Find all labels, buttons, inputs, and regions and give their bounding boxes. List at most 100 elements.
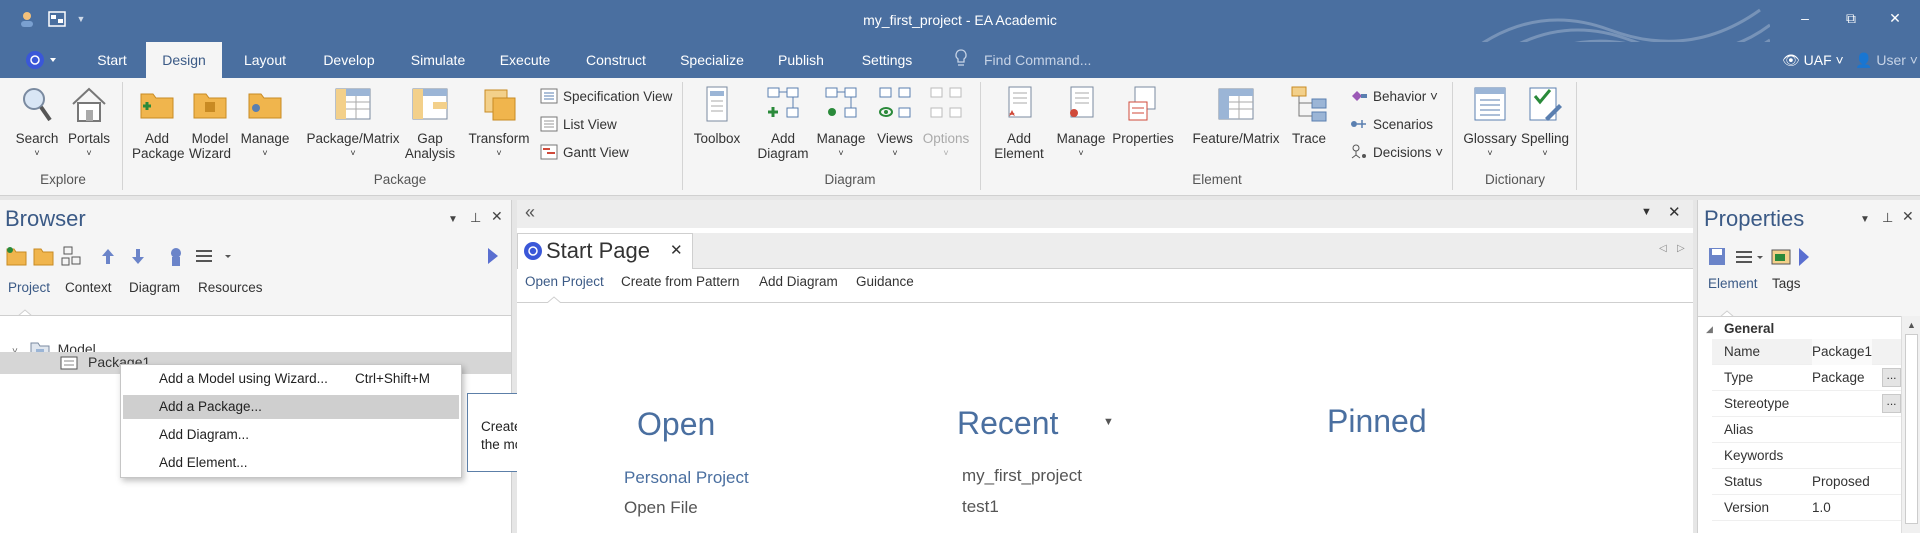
scroll-up-icon[interactable]: ▲: [1907, 320, 1916, 330]
stereotype-browse-button[interactable]: ...: [1882, 394, 1901, 413]
tab-layout[interactable]: Layout: [236, 42, 294, 78]
open-file-link[interactable]: Open File: [624, 498, 698, 518]
views-button[interactable]: Views ˅: [872, 84, 918, 161]
move-up-icon[interactable]: [102, 249, 114, 264]
scenarios-button[interactable]: Scenarios: [1350, 114, 1433, 136]
restore-button[interactable]: ⧉: [1836, 10, 1866, 32]
type-browse-button[interactable]: ...: [1882, 368, 1901, 387]
subtab-create-from-pattern[interactable]: Create from Pattern: [621, 274, 740, 289]
trace-button[interactable]: Trace: [1288, 84, 1330, 146]
menu-item-add-package[interactable]: Add a Package...: [123, 395, 459, 419]
properties-button[interactable]: Properties: [1110, 84, 1176, 146]
collapse-left-icon[interactable]: «: [525, 202, 535, 223]
toolbox-button[interactable]: Toolbox: [690, 84, 744, 146]
browser-options-icon[interactable]: [196, 250, 231, 262]
add-diagram-button[interactable]: Add Diagram: [756, 84, 810, 161]
close-button[interactable]: ✕: [1880, 10, 1910, 32]
save-icon[interactable]: [1709, 248, 1725, 265]
properties-expand-icon[interactable]: [1799, 248, 1809, 266]
portals-button[interactable]: Portals ˅: [66, 84, 112, 161]
browser-tab-project[interactable]: Project: [8, 280, 50, 295]
tab-start[interactable]: Start: [88, 42, 136, 78]
properties-menu-icon[interactable]: ▼: [1860, 214, 1870, 225]
model-wizard-button[interactable]: Model Wizard: [186, 84, 234, 161]
diagram-manage-button[interactable]: Manage ˅: [814, 84, 868, 161]
tab-scroll-right-icon[interactable]: ▷: [1677, 243, 1685, 254]
image-icon[interactable]: [1771, 249, 1791, 265]
menu-item-add-element[interactable]: Add Element...: [123, 451, 459, 475]
find-command-box[interactable]: Find Command...: [950, 48, 1250, 72]
package-matrix-button[interactable]: Package/Matrix ˅: [304, 84, 402, 161]
tab-execute[interactable]: Execute: [496, 42, 554, 78]
tab-simulate[interactable]: Simulate: [406, 42, 470, 78]
user-menu[interactable]: 👤 User ˅: [1855, 42, 1918, 78]
move-down-icon[interactable]: [132, 249, 144, 264]
new-folder-icon[interactable]: [33, 248, 54, 266]
browser-tab-resources[interactable]: Resources: [198, 280, 263, 295]
start-page-tab[interactable]: Start Page ✕: [517, 233, 693, 269]
decisions-button[interactable]: Decisions ˅: [1350, 142, 1443, 164]
browser-close-icon[interactable]: ✕: [491, 208, 503, 225]
menu-item-add-diagram[interactable]: Add Diagram...: [123, 423, 459, 447]
feature-matrix-button[interactable]: Feature/Matrix: [1188, 84, 1284, 146]
properties-tab-element[interactable]: Element: [1708, 276, 1758, 291]
behavior-button[interactable]: Behavior ˅: [1350, 86, 1438, 108]
list-view-button[interactable]: List View: [540, 114, 617, 136]
property-row-stereotype[interactable]: Stereotype ...: [1712, 391, 1901, 417]
properties-tab-tags[interactable]: Tags: [1772, 276, 1801, 291]
property-row-alias[interactable]: Alias: [1712, 417, 1901, 443]
tab-settings[interactable]: Settings: [856, 42, 918, 78]
gantt-view-button[interactable]: Gantt View: [540, 142, 629, 164]
personal-project-link[interactable]: Personal Project: [624, 468, 749, 488]
browser-tab-context[interactable]: Context: [65, 280, 112, 295]
add-element-button[interactable]: Add Element: [988, 84, 1050, 161]
add-package-button[interactable]: Add Package: [132, 84, 185, 161]
document-close-icon[interactable]: ✕: [1668, 203, 1681, 221]
find-touch-icon[interactable]: [171, 248, 181, 266]
glossary-button[interactable]: Glossary ˅: [1462, 84, 1518, 161]
perspective-selector[interactable]: 👁 UAF ˅: [1782, 42, 1844, 78]
tab-scroll-left-icon[interactable]: ◁: [1659, 243, 1667, 254]
minimize-button[interactable]: –: [1790, 10, 1820, 32]
tab-construct[interactable]: Construct: [580, 42, 652, 78]
tab-specialize[interactable]: Specialize: [676, 42, 748, 78]
recent-dropdown-icon[interactable]: ▼: [1103, 416, 1114, 428]
property-row-name[interactable]: Name Package1: [1712, 339, 1901, 365]
browser-tab-diagram[interactable]: Diagram: [129, 280, 180, 295]
specification-view-button[interactable]: Specification View: [540, 86, 672, 108]
tab-develop[interactable]: Develop: [318, 42, 380, 78]
search-button[interactable]: Search ˅: [14, 84, 60, 161]
scroll-thumb[interactable]: [1905, 334, 1918, 524]
tab-design[interactable]: Design: [146, 42, 222, 78]
property-row-type[interactable]: Type Package ...: [1712, 365, 1901, 391]
browser-menu-icon[interactable]: ▼: [448, 214, 458, 225]
browser-expand-icon[interactable]: [487, 246, 499, 269]
app-menu-button[interactable]: [24, 49, 56, 71]
transform-button[interactable]: Transform ˅: [466, 84, 532, 161]
property-row-version[interactable]: Version 1.0: [1712, 495, 1901, 521]
subtab-guidance[interactable]: Guidance: [856, 274, 914, 289]
document-menu-icon[interactable]: ▼: [1641, 206, 1652, 218]
gap-analysis-button[interactable]: Gap Analysis: [404, 84, 456, 161]
package-tree-icon[interactable]: [61, 246, 81, 266]
subtab-open-project[interactable]: Open Project: [525, 274, 604, 289]
section-collapse-icon[interactable]: ◢: [1706, 324, 1713, 335]
start-page-tab-close-icon[interactable]: ✕: [670, 234, 683, 268]
properties-options-icon[interactable]: [1736, 251, 1763, 263]
tab-publish[interactable]: Publish: [772, 42, 830, 78]
recent-item[interactable]: my_first_project: [962, 466, 1082, 486]
properties-scrollbar[interactable]: ▲: [1901, 316, 1920, 533]
browser-pin-icon[interactable]: ⊥: [470, 210, 481, 226]
property-row-keywords[interactable]: Keywords: [1712, 443, 1901, 469]
property-row-status[interactable]: Status Proposed: [1712, 469, 1901, 495]
element-manage-button[interactable]: Manage ˅: [1054, 84, 1108, 161]
options-button[interactable]: Options ˅: [920, 84, 972, 161]
subtab-add-diagram[interactable]: Add Diagram: [759, 274, 838, 289]
new-package-icon[interactable]: [6, 247, 27, 266]
properties-close-icon[interactable]: ✕: [1902, 208, 1914, 225]
recent-item[interactable]: test1: [962, 497, 999, 517]
menu-item-add-model-wizard[interactable]: Add a Model using Wizard... Ctrl+Shift+M: [123, 367, 459, 391]
properties-pin-icon[interactable]: ⊥: [1882, 210, 1893, 226]
package-manage-button[interactable]: Manage ˅: [238, 84, 292, 161]
spelling-button[interactable]: Spelling ˅: [1520, 84, 1570, 161]
